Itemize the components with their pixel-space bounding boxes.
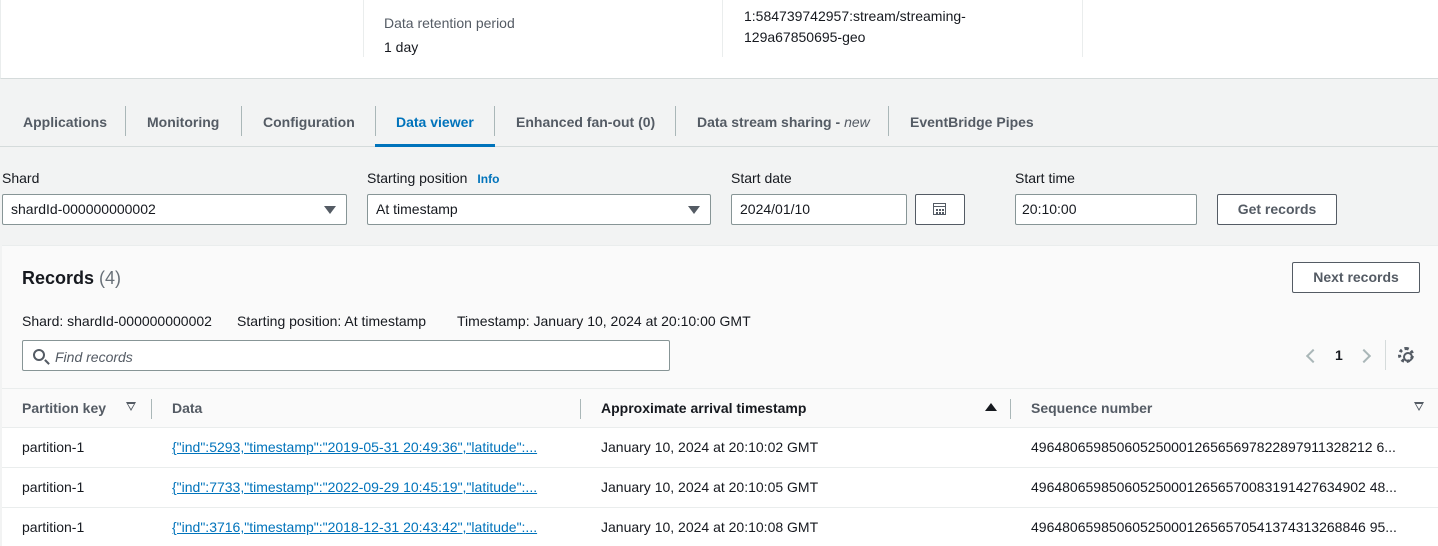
info-link[interactable]: Info	[477, 172, 499, 186]
tab-data-viewer[interactable]: Data viewer	[375, 98, 495, 147]
tab-divider	[241, 106, 242, 136]
table-row: partition-1 {"ind":3716,"timestamp":"201…	[2, 508, 1438, 546]
column-divider	[363, 0, 364, 57]
data-cell: {"ind":3716,"timestamp":"2018-12-31 20:4…	[172, 508, 560, 546]
tab-divider	[375, 106, 376, 136]
arrival-timestamp-cell: January 10, 2024 at 20:10:08 GMT	[601, 519, 819, 535]
caret-down-icon	[324, 206, 336, 214]
partition-key-cell: partition-1	[22, 439, 85, 455]
records-container: Records (4) Next records Shard: shardId-…	[2, 245, 1438, 546]
stream-arn-line2: 129a67850695-geo	[744, 29, 866, 45]
column-resizer[interactable]	[1010, 399, 1011, 419]
tab-bar: Applications Monitoring Configuration Da…	[0, 98, 1438, 147]
pager-divider	[1385, 340, 1386, 370]
table-row: partition-1 {"ind":7733,"timestamp":"202…	[2, 468, 1438, 508]
sort-ascending-icon[interactable]	[985, 403, 997, 411]
sequence-number-cell: 4964806598506052500012656569782289791132…	[1031, 439, 1396, 455]
next-records-button[interactable]: Next records	[1292, 262, 1420, 293]
shard-label: Shard	[2, 170, 40, 186]
column-divider	[1082, 0, 1083, 57]
sequence-number-cell: 4964806598506052500012656570083191427634…	[1031, 479, 1397, 495]
tab-divider	[675, 106, 676, 136]
column-header-partition-key[interactable]: Partition key	[22, 389, 106, 428]
records-count: (4)	[99, 268, 122, 288]
table-row: partition-1 {"ind":5293,"timestamp":"201…	[2, 428, 1438, 468]
stream-arn: 1:584739742957:stream/streaming- 129a678…	[744, 6, 1074, 48]
new-badge: new	[844, 114, 870, 130]
meta-timestamp: Timestamp: January 10, 2024 at 20:10:00 …	[457, 313, 751, 329]
table-header: Partition key Data Approximate arrival t…	[2, 388, 1438, 428]
calendar-icon	[933, 203, 946, 215]
find-records-search[interactable]: Find records	[22, 340, 670, 371]
data-link[interactable]: {"ind":7733,"timestamp":"2022-09-29 10:4…	[172, 479, 537, 495]
sort-icon[interactable]	[126, 402, 137, 413]
data-cell: {"ind":7733,"timestamp":"2022-09-29 10:4…	[172, 468, 560, 507]
column-resizer[interactable]	[151, 399, 152, 419]
arrival-timestamp-cell: January 10, 2024 at 20:10:05 GMT	[601, 479, 819, 495]
column-resizer[interactable]	[580, 399, 581, 419]
search-icon	[33, 349, 45, 361]
tab-data-stream-sharing-label: Data stream sharing -	[697, 114, 845, 130]
retention-value: 1 day	[384, 39, 419, 55]
start-time-label: Start time	[1015, 170, 1075, 186]
partition-key-cell: partition-1	[22, 479, 85, 495]
starting-position-label: Starting position Info	[367, 170, 499, 186]
tab-divider	[888, 106, 889, 136]
search-placeholder: Find records	[55, 349, 133, 365]
retention-label: Data retention period	[384, 15, 515, 31]
column-header-data[interactable]: Data	[172, 389, 202, 428]
meta-starting-position: Starting position: At timestamp	[237, 313, 427, 329]
column-header-arrival-timestamp[interactable]: Approximate arrival timestamp	[601, 389, 806, 428]
chevron-left-icon[interactable]	[1305, 348, 1321, 364]
records-title: Records	[22, 268, 95, 288]
tab-data-stream-sharing[interactable]: Data stream sharing - new	[697, 98, 870, 146]
tab-eventbridge-pipes[interactable]: EventBridge Pipes	[910, 98, 1034, 146]
start-date-label: Start date	[731, 170, 792, 186]
stream-details-panel: Data retention period 1 day 1:5847397429…	[0, 0, 1438, 79]
partition-key-cell: partition-1	[22, 519, 85, 535]
get-records-button[interactable]: Get records	[1217, 194, 1337, 225]
calendar-button[interactable]	[915, 194, 965, 225]
tab-divider	[125, 106, 126, 136]
start-time-input[interactable]: 20:10:00	[1015, 194, 1197, 225]
data-link[interactable]: {"ind":3716,"timestamp":"2018-12-31 20:4…	[172, 519, 537, 535]
arrival-timestamp-cell: January 10, 2024 at 20:10:02 GMT	[601, 439, 819, 455]
records-heading: Records (4)	[22, 268, 121, 289]
chevron-right-icon[interactable]	[1356, 348, 1372, 364]
tab-enhanced-fan-out[interactable]: Enhanced fan-out (0)	[516, 98, 655, 146]
tab-applications[interactable]: Applications	[23, 98, 107, 146]
starting-position-select[interactable]: At timestamp	[367, 194, 711, 225]
data-link[interactable]: {"ind":5293,"timestamp":"2019-05-31 20:4…	[172, 439, 537, 455]
shard-select-value: shardId-000000000002	[11, 201, 156, 217]
sequence-number-cell: 4964806598506052500012656570541374313268…	[1031, 519, 1397, 535]
sort-icon[interactable]	[1414, 402, 1425, 413]
column-header-sequence-number[interactable]: Sequence number	[1031, 389, 1152, 428]
page-number[interactable]: 1	[1335, 347, 1343, 363]
gear-icon[interactable]	[1398, 347, 1414, 363]
starting-position-value: At timestamp	[376, 201, 458, 217]
shard-select[interactable]: shardId-000000000002	[2, 194, 347, 225]
data-cell: {"ind":5293,"timestamp":"2019-05-31 20:4…	[172, 428, 560, 467]
tab-monitoring[interactable]: Monitoring	[147, 98, 219, 146]
meta-shard: Shard: shardId-000000000002	[22, 313, 212, 329]
starting-position-label-text: Starting position	[367, 170, 468, 186]
caret-down-icon	[688, 206, 700, 214]
column-divider	[722, 0, 723, 57]
start-date-input[interactable]: 2024/01/10	[731, 194, 907, 225]
tab-divider	[494, 106, 495, 136]
stream-arn-line1: 1:584739742957:stream/streaming-	[744, 8, 966, 24]
tab-configuration[interactable]: Configuration	[263, 98, 355, 146]
